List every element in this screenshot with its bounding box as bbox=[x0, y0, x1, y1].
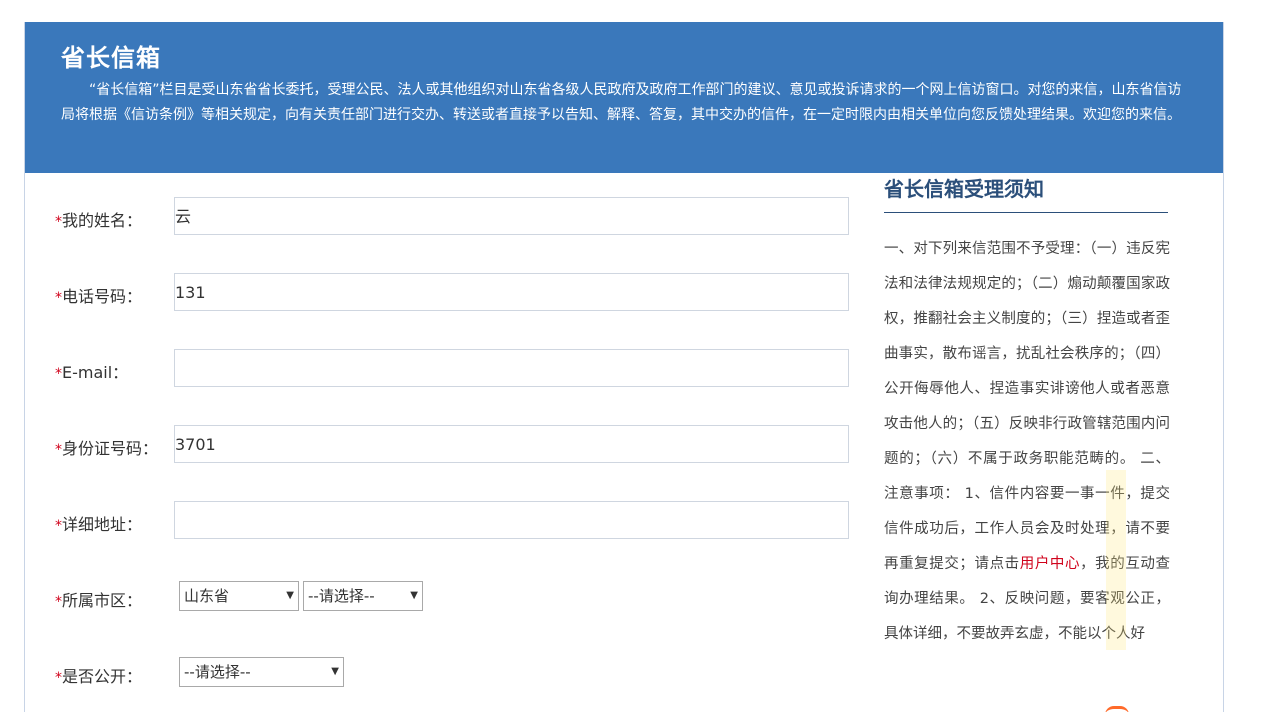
page: 省长信箱 “省长信箱”栏目是受山东省省长委托，受理公民、法人或其他组织对山东省各… bbox=[0, 0, 1269, 712]
form-row-phone: *电话号码： 131 bbox=[55, 273, 855, 313]
required-mark: * bbox=[55, 518, 62, 534]
required-mark: * bbox=[55, 594, 62, 610]
public-select[interactable]: --请选择-- ▼ bbox=[179, 657, 344, 687]
form-row-public: *是否公开： --请选择-- ▼ bbox=[55, 653, 855, 693]
form-row-region: *所属市区： 山东省 ▼ --请选择-- ▼ bbox=[55, 577, 855, 617]
chevron-down-icon: ▼ bbox=[286, 590, 294, 601]
id-number-label: *身份证号码： bbox=[55, 439, 159, 458]
name-input[interactable]: 云 bbox=[174, 197, 849, 235]
chevron-down-icon: ▼ bbox=[410, 590, 418, 601]
email-label: *E-mail： bbox=[55, 363, 129, 382]
side-watermark bbox=[1106, 470, 1126, 650]
name-value: 云 bbox=[175, 207, 192, 226]
form-row-name: *我的姓名： 云 bbox=[55, 197, 855, 237]
form-row-email: *E-mail： bbox=[55, 349, 855, 389]
page-title: 省长信箱 bbox=[61, 44, 161, 72]
phone-label: *电话号码： bbox=[55, 287, 143, 306]
public-label: *是否公开： bbox=[55, 667, 143, 686]
phone-input[interactable]: 131 bbox=[174, 273, 849, 311]
name-label: *我的姓名： bbox=[55, 211, 143, 230]
region-label: *所属市区： bbox=[55, 591, 143, 610]
id-number-value: 3701 bbox=[175, 435, 216, 454]
header-banner: 省长信箱 “省长信箱”栏目是受山东省省长委托，受理公民、法人或其他组织对山东省各… bbox=[25, 22, 1223, 173]
id-number-input[interactable]: 3701 bbox=[174, 425, 849, 463]
floating-widget-edge bbox=[1105, 706, 1129, 712]
notice-title: 省长信箱受理须知 bbox=[884, 172, 1168, 213]
chevron-down-icon: ▼ bbox=[331, 666, 339, 677]
email-input[interactable] bbox=[174, 349, 849, 387]
required-mark: * bbox=[55, 366, 62, 382]
form-row-address: *详细地址： bbox=[55, 501, 855, 541]
required-mark: * bbox=[55, 290, 62, 306]
address-input[interactable] bbox=[174, 501, 849, 539]
notice-body: 一、对下列来信范围不予受理：（一）违反宪法和法律法规规定的；（二）煽动颠覆国家政… bbox=[884, 232, 1170, 652]
city-value: --请选择-- bbox=[308, 587, 375, 605]
notice-text-before: 一、对下列来信范围不予受理：（一）违反宪法和法律法规规定的；（二）煽动颠覆国家政… bbox=[884, 241, 1170, 572]
letter-form: *我的姓名： 云 *电话号码： 131 *E-mail： *身份证号码： 370… bbox=[25, 173, 875, 712]
province-select[interactable]: 山东省 ▼ bbox=[179, 581, 299, 611]
address-label: *详细地址： bbox=[55, 515, 143, 534]
phone-value: 131 bbox=[175, 283, 206, 302]
required-mark: * bbox=[55, 214, 62, 230]
form-row-id-number: *身份证号码： 3701 bbox=[55, 425, 855, 465]
required-mark: * bbox=[55, 442, 62, 458]
required-mark: * bbox=[55, 670, 62, 686]
user-center-link[interactable]: 用户中心 bbox=[1020, 556, 1080, 572]
banner-description: “省长信箱”栏目是受山东省省长委托，受理公民、法人或其他组织对山东省各级人民政府… bbox=[61, 82, 1182, 123]
public-value: --请选择-- bbox=[184, 663, 251, 681]
province-value: 山东省 bbox=[184, 587, 230, 605]
city-select[interactable]: --请选择-- ▼ bbox=[303, 581, 423, 611]
